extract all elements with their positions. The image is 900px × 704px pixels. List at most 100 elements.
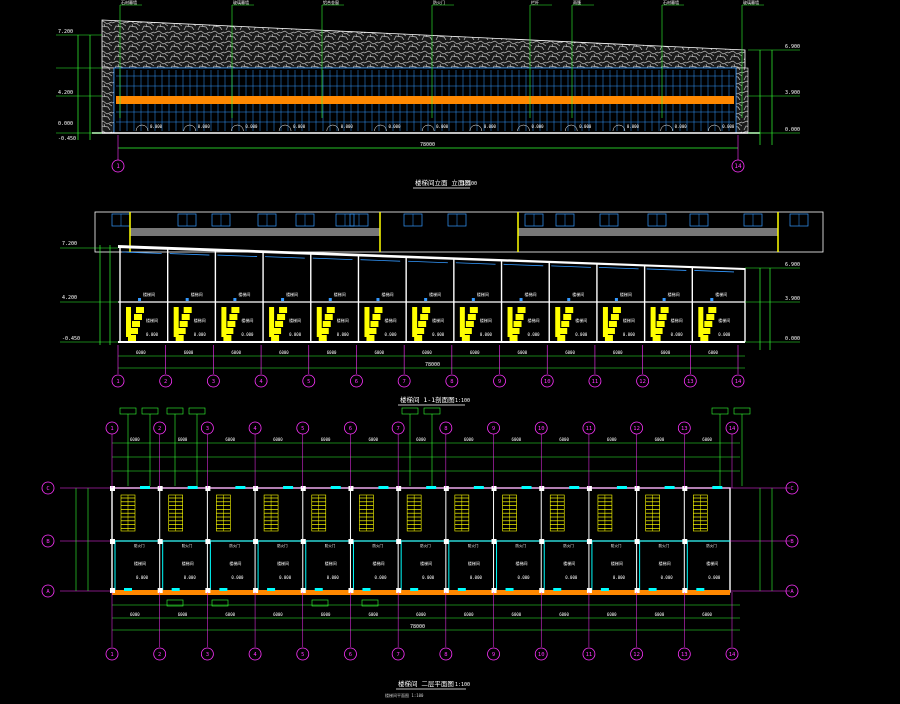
section-axis-label: 1 — [116, 379, 119, 385]
plan-door-tag: 防火门 — [563, 543, 574, 548]
plan-column — [348, 588, 354, 593]
plan-window — [140, 486, 150, 489]
plan-column — [110, 539, 115, 544]
section-stair-tread — [565, 307, 574, 313]
section-stair-tread — [517, 307, 526, 313]
plan-axis-label-bottom: 5 — [301, 652, 304, 658]
section-total-length: 78000 — [425, 362, 440, 368]
plan-axis-label-bottom: 6 — [349, 652, 352, 658]
section-room-tag: 楼梯间 — [429, 291, 441, 297]
plan-room-tag: 楼梯间 — [134, 560, 146, 566]
section-axis-label: 11 — [592, 379, 599, 385]
section-room-tag: 楼梯间 — [334, 291, 346, 297]
plan-scale: 1:100 — [455, 682, 470, 688]
plan-axis-label-top: 4 — [253, 426, 257, 432]
elevation-total-length: 78000 — [420, 142, 435, 148]
elev-axis-label-first: 1 — [116, 163, 120, 170]
plan-level-tag: 0.000 — [708, 575, 721, 580]
section-stair-landing — [602, 307, 608, 337]
section-room-tag: 楼梯间 — [715, 291, 727, 297]
plan-bay-dim-top: 6000 — [416, 437, 426, 442]
plan-column — [300, 539, 306, 544]
section-room-tag: 楼梯间 — [238, 291, 250, 297]
plan-top-dims — [112, 442, 740, 472]
section-stair-tread — [559, 328, 568, 334]
section-bay-dim: 6000 — [231, 350, 241, 355]
plan-room-tag: 楼梯间 — [229, 560, 241, 566]
section-stair-tread — [183, 307, 192, 313]
elevation-left-pier — [101, 67, 115, 134]
section-stair-tread — [134, 314, 142, 320]
section-room-tag: 楼梯间 — [143, 291, 155, 297]
section-room-tag: 楼梯间 — [575, 317, 587, 323]
section-bay-dim: 6000 — [613, 350, 623, 355]
plan-window — [378, 486, 389, 489]
elev-level-zero: 0.000 — [58, 121, 73, 127]
plan-column — [491, 588, 497, 593]
plan-room-tag: 楼梯间 — [468, 560, 480, 566]
section-stair-tread — [467, 314, 476, 320]
plan-column — [253, 588, 259, 593]
section-stair-tread — [606, 328, 615, 334]
plan-room-tag: 楼梯间 — [372, 560, 384, 566]
plan-bay-dim-bottom: 6000 — [702, 612, 712, 617]
section-stair-tread — [704, 321, 713, 327]
section-room-tag: 楼梯间 — [718, 317, 730, 323]
section-axis-label: 4 — [259, 379, 263, 385]
section-stair-tread — [706, 314, 715, 320]
elevation-band — [116, 96, 734, 104]
section-room-tag: 楼梯间 — [623, 317, 635, 323]
section-stair-tread — [277, 314, 286, 320]
section-door-marker — [138, 298, 141, 301]
section-level-tag: 0.000 — [480, 332, 493, 337]
plan-axis-label-top: 12 — [633, 426, 640, 432]
section-stair-landing — [459, 307, 465, 337]
section-room-tag: 楼梯间 — [525, 291, 537, 297]
section-stair-tread — [608, 321, 617, 327]
plan-row-label: C — [46, 486, 49, 492]
plan-column — [634, 588, 640, 593]
plan-bay-dim-top: 6000 — [273, 437, 283, 442]
section-ceiling-line — [169, 253, 210, 256]
plan-level-tag: 0.000 — [422, 575, 435, 580]
section-level-tag: 0.000 — [528, 332, 541, 337]
plan-column — [157, 486, 163, 491]
elev-level-top: 7.200 — [58, 29, 73, 35]
plan-column — [348, 486, 354, 491]
plan-level-tag: 0.000 — [136, 575, 149, 580]
section-level-tag: 0.000 — [384, 332, 397, 337]
elevation-callout-text: 玻璃幕墙 — [233, 0, 249, 5]
plan-axis-label-top: 8 — [444, 426, 447, 432]
section-stair-tread — [181, 314, 190, 320]
plan-callout-box — [423, 407, 441, 415]
plan-door-tag: 防火门 — [420, 543, 431, 548]
section-stair-landing — [126, 307, 131, 337]
section-room-tag: 楼梯间 — [241, 317, 253, 323]
plan-bay-dim-bottom: 6000 — [273, 612, 283, 617]
section-view: 楼梯间楼梯间0.000楼梯间楼梯间0.000楼梯间楼梯间0.000楼梯间楼梯间0… — [60, 211, 824, 406]
plan-room-tag: 楼梯间 — [182, 560, 194, 566]
plan-axis-label-top: 14 — [729, 426, 736, 432]
plan-callout-box — [711, 407, 729, 415]
plan-column — [443, 486, 449, 491]
section-room-tag: 楼梯间 — [671, 317, 683, 323]
elev-right-level-top: 6.900 — [785, 44, 800, 50]
section-stair-tread — [177, 328, 186, 334]
plan-axis-label-top: 3 — [206, 426, 209, 432]
section-stair-tread — [132, 321, 140, 327]
cad-drawing-canvas: 0.000 0.000 0.000 0.000 0.000 0.000 0.000 0.000… — [0, 0, 900, 700]
plan-column — [634, 486, 640, 491]
section-door-marker — [328, 298, 332, 301]
elevation-level-tag: 0.000 — [436, 124, 449, 129]
plan-axis-label-top: 2 — [158, 426, 161, 432]
section-door-marker — [614, 298, 618, 301]
section-scale: 1:100 — [455, 398, 470, 404]
plan-bay-dim-bottom: 6000 — [559, 612, 569, 617]
plan-bays: 楼梯间 0.000 防火门楼梯间 0.000 防火门楼梯间 0.000 防火门楼梯间 0.00… — [110, 486, 723, 593]
elevation-level-tag: 0.000 — [198, 124, 211, 129]
section-axis-label: 8 — [450, 379, 453, 385]
plan-column — [253, 539, 259, 544]
plan-callout-box — [188, 407, 206, 415]
section-bay-dim: 6000 — [327, 350, 337, 355]
elevation-level-tag: 0.000 — [245, 124, 258, 129]
